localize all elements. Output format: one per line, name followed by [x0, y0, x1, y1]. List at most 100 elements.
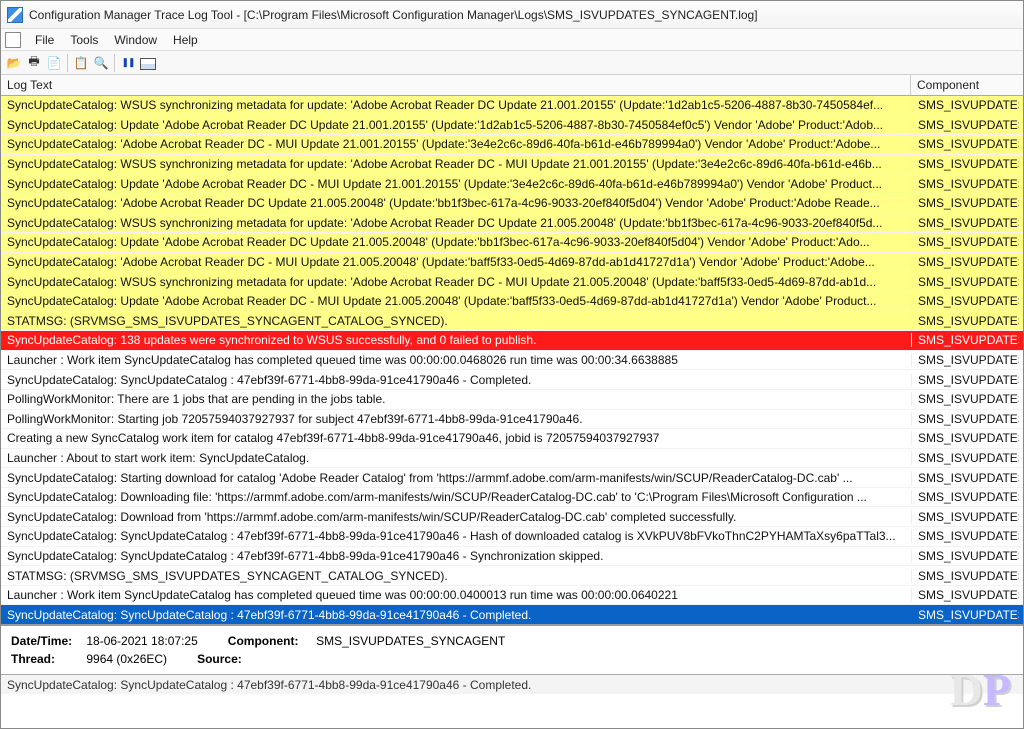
menu-help[interactable]: Help [165, 31, 206, 49]
log-row[interactable]: PollingWorkMonitor: There are 1 jobs tha… [1, 390, 1023, 410]
document-icon [5, 32, 21, 48]
log-text-cell: SyncUpdateCatalog: SyncUpdateCatalog : 4… [1, 373, 911, 387]
component-cell: SMS_ISVUPDATES_SYI 1 [911, 608, 1019, 622]
open-icon[interactable] [5, 54, 23, 72]
detail-component-label: Component: [228, 634, 313, 648]
log-row[interactable]: SyncUpdateCatalog: WSUS synchronizing me… [1, 96, 1023, 116]
log-row[interactable]: STATMSG: (SRVMSG_SMS_ISVUPDATES_SYNCAGEN… [1, 566, 1023, 586]
log-row[interactable]: Creating a new SyncCatalog work item for… [1, 429, 1023, 449]
log-text-cell: SyncUpdateCatalog: SyncUpdateCatalog : 4… [1, 549, 911, 563]
component-cell: SMS_ISVUPDATES_SYI 1 [911, 549, 1019, 563]
statusbar-text: SyncUpdateCatalog: SyncUpdateCatalog : 4… [7, 678, 531, 692]
component-cell: SMS_ISVUPDATES_SYI 1 [911, 451, 1019, 465]
log-row[interactable]: SyncUpdateCatalog: WSUS synchronizing me… [1, 155, 1023, 175]
component-cell: SMS_ISVUPDATES_SYI 1 [911, 294, 1019, 308]
log-row[interactable]: SyncUpdateCatalog: Download from 'https:… [1, 507, 1023, 527]
component-cell: SMS_ISVUPDATES_SYI 1 [911, 118, 1019, 132]
log-text-cell: SyncUpdateCatalog: Update 'Adobe Acrobat… [1, 235, 911, 249]
log-text-cell: SyncUpdateCatalog: Update 'Adobe Acrobat… [1, 294, 911, 308]
log-row[interactable]: Launcher : About to start work item: Syn… [1, 449, 1023, 469]
menu-window[interactable]: Window [106, 31, 165, 49]
log-text-cell: SyncUpdateCatalog: WSUS synchronizing me… [1, 98, 911, 112]
column-header-logtext[interactable]: Log Text [1, 75, 911, 95]
log-text-cell: SyncUpdateCatalog: Update 'Adobe Acrobat… [1, 118, 911, 132]
print-setup-icon[interactable] [45, 54, 63, 72]
component-cell: SMS_ISVUPDATES_SYI 1 [911, 255, 1019, 269]
log-row[interactable]: SyncUpdateCatalog: 'Adobe Acrobat Reader… [1, 194, 1023, 214]
log-row[interactable]: PollingWorkMonitor: Starting job 7205759… [1, 410, 1023, 430]
pause-icon[interactable] [119, 54, 137, 72]
log-row[interactable]: SyncUpdateCatalog: Update 'Adobe Acrobat… [1, 174, 1023, 194]
toolbar-separator [67, 54, 68, 72]
log-text-cell: SyncUpdateCatalog: 138 updates were sync… [1, 333, 911, 347]
titlebar: Configuration Manager Trace Log Tool - [… [1, 1, 1023, 29]
component-cell: SMS_ISVUPDATES_SYI 1 [911, 235, 1019, 249]
menubar: File Tools Window Help [1, 29, 1023, 51]
log-text-cell: SyncUpdateCatalog: WSUS synchronizing me… [1, 157, 911, 171]
component-cell: SMS_ISVUPDATES_SYI 1 [911, 353, 1019, 367]
log-row[interactable]: SyncUpdateCatalog: SyncUpdateCatalog : 4… [1, 547, 1023, 567]
log-text-cell: SyncUpdateCatalog: WSUS synchronizing me… [1, 216, 911, 230]
log-text-cell: SyncUpdateCatalog: Starting download for… [1, 471, 911, 485]
component-cell: SMS_ISVUPDATES_SYI 1 [911, 216, 1019, 230]
component-cell: SMS_ISVUPDATES_SYI 1 [911, 196, 1019, 210]
component-cell: SMS_ISVUPDATES_SYI 1 [911, 314, 1019, 328]
log-row[interactable]: SyncUpdateCatalog: Update 'Adobe Acrobat… [1, 292, 1023, 312]
component-cell: SMS_ISVUPDATES_SYI 1 [911, 412, 1019, 426]
log-row[interactable]: SyncUpdateCatalog: Downloading file: 'ht… [1, 488, 1023, 508]
detail-source-label: Source: [197, 652, 282, 666]
log-row[interactable]: Launcher : Work item SyncUpdateCatalog h… [1, 586, 1023, 606]
log-row[interactable]: SyncUpdateCatalog: WSUS synchronizing me… [1, 214, 1023, 234]
log-row[interactable]: Launcher : Work item SyncUpdateCatalog h… [1, 351, 1023, 371]
log-row[interactable]: SyncUpdateCatalog: SyncUpdateCatalog : 4… [1, 527, 1023, 547]
component-cell: SMS_ISVUPDATES_SYI 1 [911, 333, 1019, 347]
menu-tools[interactable]: Tools [62, 31, 106, 49]
component-cell: SMS_ISVUPDATES_SYI 1 [911, 275, 1019, 289]
detail-panel: Date/Time: 18-06-2021 18:07:25 Component… [1, 625, 1023, 674]
log-row[interactable]: SyncUpdateCatalog: 'Adobe Acrobat Reader… [1, 253, 1023, 273]
copy-icon[interactable] [72, 54, 90, 72]
log-grid: Log Text Component SyncUpdateCatalog: WS… [1, 75, 1023, 625]
log-row[interactable]: SyncUpdateCatalog: Update 'Adobe Acrobat… [1, 233, 1023, 253]
log-row[interactable]: SyncUpdateCatalog: WSUS synchronizing me… [1, 272, 1023, 292]
detail-thread-label: Thread: [11, 652, 83, 666]
log-text-cell: Launcher : Work item SyncUpdateCatalog h… [1, 353, 911, 367]
log-text-cell: Creating a new SyncCatalog work item for… [1, 431, 911, 445]
detail-thread-value: 9964 (0x26EC) [86, 652, 167, 666]
detail-component-value: SMS_ISVUPDATES_SYNCAGENT [316, 634, 505, 648]
log-row[interactable]: SyncUpdateCatalog: SyncUpdateCatalog : 4… [1, 370, 1023, 390]
window-title: Configuration Manager Trace Log Tool - [… [29, 8, 758, 22]
find-icon[interactable] [92, 54, 110, 72]
component-cell: SMS_ISVUPDATES_SYI 1 [911, 392, 1019, 406]
log-text-cell: Launcher : About to start work item: Syn… [1, 451, 911, 465]
menu-file[interactable]: File [27, 31, 62, 49]
log-text-cell: SyncUpdateCatalog: Download from 'https:… [1, 510, 911, 524]
log-row[interactable]: SyncUpdateCatalog: Update 'Adobe Acrobat… [1, 116, 1023, 136]
log-row[interactable]: STATMSG: (SRVMSG_SMS_ISVUPDATES_SYNCAGEN… [1, 312, 1023, 332]
component-cell: SMS_ISVUPDATES_SYI 1 [911, 490, 1019, 504]
log-row[interactable]: SyncUpdateCatalog: 138 updates were sync… [1, 331, 1023, 351]
log-row[interactable]: SyncUpdateCatalog: Starting download for… [1, 468, 1023, 488]
component-cell: SMS_ISVUPDATES_SYI 1 [911, 177, 1019, 191]
log-text-cell: PollingWorkMonitor: Starting job 7205759… [1, 412, 911, 426]
component-cell: SMS_ISVUPDATES_SYI 1 [911, 569, 1019, 583]
column-header-component[interactable]: Component [911, 75, 1023, 95]
toolbar [1, 51, 1023, 75]
log-row[interactable]: SyncUpdateCatalog: SyncUpdateCatalog : 4… [1, 605, 1023, 625]
log-text-cell: SyncUpdateCatalog: SyncUpdateCatalog : 4… [1, 608, 911, 622]
log-text-cell: STATMSG: (SRVMSG_SMS_ISVUPDATES_SYNCAGEN… [1, 314, 911, 328]
log-row[interactable]: SyncUpdateCatalog: 'Adobe Acrobat Reader… [1, 135, 1023, 155]
component-cell: SMS_ISVUPDATES_SYI 1 [911, 373, 1019, 387]
log-text-cell: SyncUpdateCatalog: WSUS synchronizing me… [1, 275, 911, 289]
log-text-cell: SyncUpdateCatalog: Downloading file: 'ht… [1, 490, 911, 504]
log-text-cell: SyncUpdateCatalog: 'Adobe Acrobat Reader… [1, 196, 911, 210]
grid-body[interactable]: SyncUpdateCatalog: WSUS synchronizing me… [1, 96, 1023, 625]
toolbar-separator [114, 54, 115, 72]
view-options-icon[interactable] [139, 54, 157, 72]
component-cell: SMS_ISVUPDATES_SYI 1 [911, 529, 1019, 543]
component-cell: SMS_ISVUPDATES_SYI 1 [911, 471, 1019, 485]
component-cell: SMS_ISVUPDATES_SYI 1 [911, 157, 1019, 171]
log-text-cell: Launcher : Work item SyncUpdateCatalog h… [1, 588, 911, 602]
component-cell: SMS_ISVUPDATES_SYI 1 [911, 588, 1019, 602]
print-icon[interactable] [25, 54, 43, 72]
